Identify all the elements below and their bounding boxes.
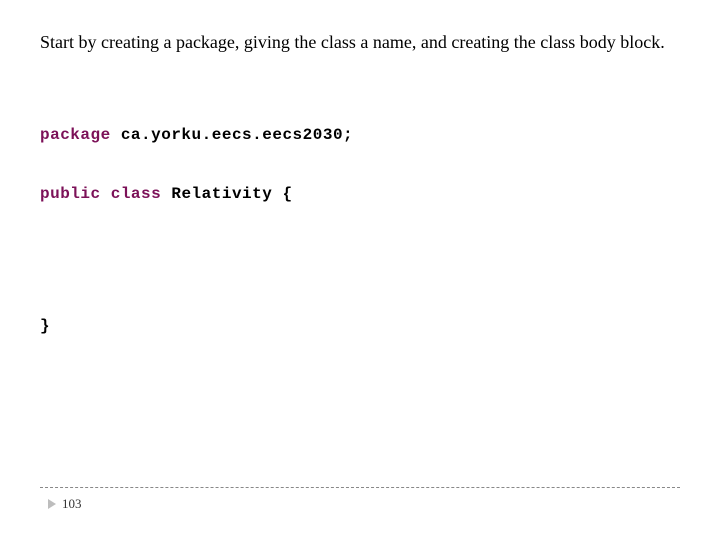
space (101, 185, 111, 203)
page-number-area: 103 (40, 496, 680, 512)
code-block: package ca.yorku.eecs.eecs2030; public c… (40, 124, 680, 337)
code-line-close: } (40, 315, 680, 337)
keyword-package: package (40, 126, 111, 144)
code-line-class-decl: public class Relativity { (40, 183, 680, 205)
keyword-public: public (40, 185, 101, 203)
slide-instruction: Start by creating a package, giving the … (40, 30, 680, 54)
slide-footer: 103 (40, 487, 680, 512)
footer-divider (40, 487, 680, 488)
play-icon (48, 499, 56, 509)
page-number: 103 (62, 496, 82, 512)
code-line-package: package ca.yorku.eecs.eecs2030; (40, 124, 680, 146)
keyword-class: class (111, 185, 162, 203)
package-name: ca.yorku.eecs.eecs2030; (111, 126, 353, 144)
class-name-open: Relativity { (161, 185, 292, 203)
